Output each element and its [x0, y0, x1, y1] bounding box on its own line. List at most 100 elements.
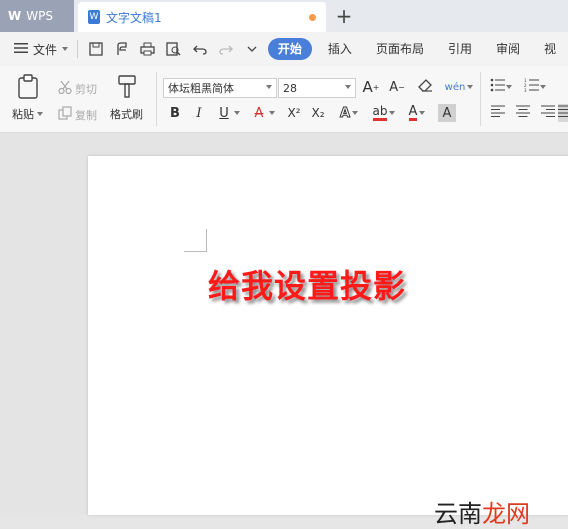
- chevron-down-icon: [352, 111, 359, 115]
- chevron-down-icon: [506, 85, 512, 89]
- tab-home[interactable]: 开始: [267, 38, 312, 60]
- phonetic-guide-icon: wén: [444, 81, 466, 93]
- output-pdf-icon[interactable]: [112, 39, 132, 59]
- strikethrough-dropdown[interactable]: [267, 104, 277, 122]
- highlighter-icon: ab: [372, 105, 388, 121]
- tab-view[interactable]: 视: [532, 38, 568, 60]
- margin-corner-mark: [184, 229, 207, 252]
- file-menu-label: 文件: [33, 42, 58, 57]
- shrink-font-button[interactable]: A −: [388, 78, 406, 96]
- underline-icon: U: [219, 105, 229, 121]
- document-body-text[interactable]: 给我设置投影: [208, 261, 406, 307]
- document-tab-label: 文字文稿1: [106, 10, 162, 25]
- document-tab[interactable]: W 文字文稿1: [78, 2, 326, 32]
- chevron-down-icon: [62, 47, 69, 51]
- underline-button[interactable]: U: [215, 104, 233, 122]
- font-color-button[interactable]: A: [404, 104, 430, 122]
- site-watermark: 云南龙网: [434, 494, 530, 529]
- undo-icon[interactable]: [190, 39, 210, 59]
- ribbon-tabs: 开始 插入 页面布局 引用 审阅 视: [267, 38, 568, 60]
- tab-page-layout[interactable]: 页面布局: [364, 38, 436, 60]
- copy-label: 复制: [75, 108, 97, 122]
- phonetic-guide-button[interactable]: wén: [444, 78, 474, 96]
- print-icon[interactable]: [138, 39, 158, 59]
- redo-icon[interactable]: [216, 39, 236, 59]
- justify-icon: [558, 105, 568, 121]
- wps-home-tab[interactable]: W WPS: [0, 0, 74, 32]
- scissors-icon: [58, 80, 72, 97]
- format-painter-button[interactable]: 格式刷: [110, 74, 143, 122]
- paste-button[interactable]: 粘贴: [12, 74, 43, 122]
- strikethrough-button[interactable]: A: [250, 104, 268, 122]
- wps-logo-icon: W: [8, 9, 22, 23]
- copy-button[interactable]: 复制: [58, 106, 97, 123]
- tab-references[interactable]: 引用: [436, 38, 484, 60]
- italic-button[interactable]: I: [190, 104, 208, 122]
- hamburger-icon: [14, 42, 28, 57]
- paintbrush-icon: [116, 74, 138, 103]
- font-name-value: 体坛粗黑简体: [168, 82, 234, 95]
- title-tab-bar: W WPS W 文字文稿1 +: [0, 0, 568, 32]
- quick-access-toolbar: [80, 39, 262, 59]
- cut-button[interactable]: 剪切: [58, 80, 97, 97]
- numbered-list-icon: 123: [524, 78, 540, 96]
- font-color-icon: A: [408, 104, 418, 121]
- watermark-part2: 龙网: [482, 500, 530, 528]
- divider: [480, 72, 481, 126]
- bullets-button[interactable]: [488, 78, 514, 96]
- underline-dropdown[interactable]: [232, 104, 242, 122]
- highlight-button[interactable]: ab: [370, 104, 398, 122]
- home-ribbon: 粘贴 剪切 复制 格式刷 体坛粗黑简体 28 A + A − wén B I U…: [0, 66, 568, 133]
- text-effect-button[interactable]: A: [336, 104, 362, 122]
- font-size-value: 28: [283, 81, 297, 95]
- customize-toolbar-icon[interactable]: [242, 39, 262, 59]
- svg-text:3: 3: [524, 88, 527, 92]
- grow-font-icon: A: [362, 78, 373, 96]
- copy-icon: [58, 106, 72, 123]
- paste-label: 粘贴: [12, 108, 34, 121]
- new-tab-button[interactable]: +: [334, 4, 354, 28]
- print-preview-icon[interactable]: [164, 39, 184, 59]
- save-icon[interactable]: [86, 39, 106, 59]
- chevron-down-icon: [345, 85, 351, 89]
- file-menu-button[interactable]: 文件: [0, 41, 75, 58]
- superscript-button[interactable]: X²: [284, 104, 304, 122]
- align-left-button[interactable]: [489, 104, 507, 122]
- align-center-icon: [516, 105, 530, 121]
- justify-button[interactable]: [558, 104, 568, 122]
- cut-label: 剪切: [75, 82, 97, 96]
- menu-bar: 文件 开始 插入 页面布局 引用 审阅 视: [0, 32, 568, 66]
- character-shading-button[interactable]: A: [438, 104, 456, 122]
- divider: [156, 72, 157, 126]
- tab-review[interactable]: 审阅: [484, 38, 532, 60]
- format-painter-label: 格式刷: [110, 108, 143, 121]
- text-effect-icon: A: [339, 105, 351, 121]
- tab-insert[interactable]: 插入: [316, 38, 364, 60]
- clear-format-button[interactable]: [416, 78, 434, 96]
- shrink-font-icon: A: [389, 79, 399, 95]
- wps-home-label: WPS: [26, 9, 53, 23]
- strikethrough-icon: A: [254, 105, 264, 121]
- chevron-down-icon: [467, 85, 474, 89]
- chevron-down-icon: [540, 85, 546, 89]
- subscript-button[interactable]: X₂: [308, 104, 328, 122]
- align-right-button[interactable]: [539, 104, 557, 122]
- chevron-down-icon: [419, 111, 426, 115]
- align-right-icon: [541, 105, 555, 121]
- grow-font-button[interactable]: A +: [362, 78, 380, 96]
- chevron-down-icon: [389, 111, 396, 115]
- document-page[interactable]: 给我设置投影 云南龙网: [88, 156, 568, 528]
- chevron-down-icon: [234, 111, 240, 115]
- chevron-down-icon: [266, 85, 272, 89]
- eraser-icon: [417, 78, 433, 96]
- font-size-select[interactable]: 28: [278, 78, 356, 98]
- align-left-icon: [491, 105, 505, 121]
- font-name-select[interactable]: 体坛粗黑简体: [163, 78, 277, 98]
- chevron-down-icon: [37, 112, 43, 116]
- bold-button[interactable]: B: [166, 104, 184, 122]
- clipboard-icon: [16, 74, 40, 103]
- align-center-button[interactable]: [514, 104, 532, 122]
- numbering-button[interactable]: 123: [522, 78, 548, 96]
- document-icon: W: [88, 10, 100, 24]
- watermark-part1: 云南: [434, 500, 482, 528]
